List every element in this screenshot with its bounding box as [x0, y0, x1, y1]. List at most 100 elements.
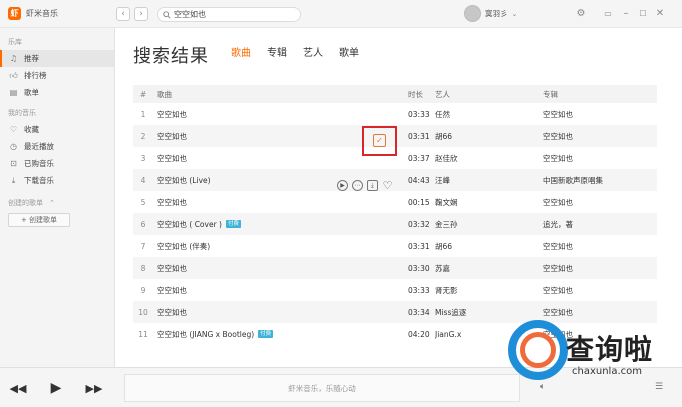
album-link[interactable]: 追光，著 [543, 219, 654, 230]
col-song[interactable]: 歌曲 [153, 89, 408, 100]
row-index: 9 [140, 285, 146, 295]
song-title[interactable]: 空空如也 (伴奏) [157, 241, 210, 252]
artist-link[interactable]: 任然 [435, 109, 543, 120]
search-results-panel: 搜索结果 歌曲 专辑 艺人 歌单 # 歌曲 时长 艺人 专辑 1 空空如也 03:3… [115, 28, 682, 367]
artist-link[interactable]: 苏嘉 [435, 263, 543, 274]
artist-link[interactable]: 赵佳欣 [435, 153, 543, 164]
col-album[interactable]: 专辑 [543, 89, 654, 100]
play-button[interactable]: ▶ [48, 380, 64, 396]
album-link[interactable]: 空空如也 [543, 197, 654, 208]
table-row[interactable]: 5 空空如也 00:15 鞠文娴 空空如也 [133, 191, 657, 213]
sidebar-item-label: 歌单 [24, 88, 39, 97]
back-button[interactable]: ‹ [116, 7, 130, 21]
col-artist[interactable]: 艺人 [435, 89, 543, 100]
song-title[interactable]: 空空如也 [157, 153, 187, 164]
sidebar: 乐库 ♫ 推荐 👍︎ 排行榜 ▤ 歌单 我的音乐 ♡ 收藏 ◷ 最近播放 ⊡ 已… [0, 28, 115, 367]
app-logo[interactable]: 虾 虾米音乐 [8, 7, 58, 20]
col-time[interactable]: 时长 [408, 89, 435, 100]
mini-mode-button[interactable]: ▭ [602, 7, 614, 19]
song-duration: 04:20 [408, 329, 430, 339]
artist-link[interactable]: 鞠文娴 [435, 197, 543, 208]
table-row[interactable]: 7 空空如也 (伴奏) 03:31 胡66 空空如也 [133, 235, 657, 257]
user-name: 寞羽彡 [485, 9, 508, 18]
album-link[interactable]: 空空如也 [543, 285, 654, 296]
forward-button[interactable]: › [134, 7, 148, 21]
table-row[interactable]: 8 空空如也 03:30 苏嘉 空空如也 [133, 257, 657, 279]
maximize-button[interactable]: ☐ [637, 7, 649, 19]
song-cell: 空空如也 [153, 263, 408, 274]
album-link[interactable]: 空空如也 [543, 131, 654, 142]
sidebar-item-purchased[interactable]: ⊡ 已购音乐 [0, 155, 114, 172]
artist-link[interactable]: 肾无影 [435, 285, 543, 296]
song-title[interactable]: 空空如也 (Live) [157, 175, 211, 186]
song-cell: 空空如也 (伴奏) [153, 241, 408, 252]
close-button[interactable]: ✕ [654, 7, 666, 19]
song-title[interactable]: 空空如也 ( Cover ) [157, 219, 222, 230]
avatar[interactable] [464, 5, 481, 22]
settings-button[interactable]: ⚙ [575, 7, 587, 19]
row-index: 8 [140, 263, 146, 273]
sidebar-item-recent[interactable]: ◷ 最近播放 [0, 138, 114, 155]
song-duration: 03:33 [408, 285, 430, 295]
artist-link[interactable]: 汪峰 [435, 175, 543, 186]
maximize-icon: ☐ [639, 8, 647, 18]
table-row[interactable]: 1 空空如也 03:33 任然 空空如也 [133, 103, 657, 125]
sidebar-item-recommend[interactable]: ♫ 推荐 [0, 50, 114, 67]
sidebar-item-label: 排行榜 [24, 71, 47, 80]
music-note-icon: ♫ [9, 54, 18, 63]
search-input[interactable] [174, 10, 294, 19]
artist-link[interactable]: 胡66 [435, 131, 543, 142]
tab-artists[interactable]: 艺人 [303, 44, 323, 61]
sidebar-item-downloads[interactable]: ⤓ 下载音乐 [0, 172, 114, 189]
minimize-button[interactable]: – [620, 7, 632, 19]
album-link[interactable]: 空空如也 [543, 153, 654, 164]
song-title[interactable]: 空空如也 [157, 197, 187, 208]
play-icon[interactable]: ▶ [337, 180, 348, 191]
sidebar-item-label: 下载音乐 [24, 176, 54, 185]
previous-button[interactable]: ◀◀ [10, 380, 27, 396]
xiami-logo-icon: 虾 [8, 7, 21, 20]
heart-icon[interactable]: ♡ [382, 179, 393, 192]
album-link[interactable]: 空空如也 [543, 307, 654, 318]
now-playing-area[interactable]: 虾米音乐，乐随心动 [124, 374, 520, 402]
album-link[interactable]: 中国新歌声原唱集 [543, 175, 654, 186]
sidebar-item-playlists[interactable]: ▤ 歌单 [0, 84, 114, 101]
search-box[interactable] [157, 7, 301, 22]
artist-link[interactable]: Miss追逐 [435, 307, 543, 318]
song-table: # 歌曲 时长 艺人 专辑 1 空空如也 03:33 任然 空空如也 2 空空如也 03:31… [133, 85, 657, 345]
album-link[interactable]: 空空如也 [543, 241, 654, 252]
table-row[interactable]: 6 空空如也 ( Cover ) 付费 03:32 金三孙 追光，著 [133, 213, 657, 235]
tab-albums[interactable]: 专辑 [267, 44, 287, 61]
minimize-icon: – [623, 7, 629, 19]
artist-link[interactable]: 胡66 [435, 241, 543, 252]
more-icon[interactable]: ⋯ [352, 180, 363, 191]
album-link[interactable]: 空空如也 [543, 109, 654, 120]
sidebar-item-label: 收藏 [24, 125, 39, 134]
song-title[interactable]: 空空如也 [157, 109, 187, 120]
song-title[interactable]: 空空如也 [157, 263, 187, 274]
add-to-favorites-icon[interactable]: ✓ [373, 134, 386, 147]
song-duration: 03:32 [408, 219, 430, 229]
tab-songs[interactable]: 歌曲 [231, 44, 251, 61]
song-title[interactable]: 空空如也 [157, 307, 187, 318]
album-link[interactable]: 空空如也 [543, 263, 654, 274]
row-index: 2 [140, 131, 146, 141]
sidebar-section-created-playlists[interactable]: 创建的歌单 ⌃ [0, 195, 114, 211]
song-duration: 03:30 [408, 263, 430, 273]
table-row[interactable]: 4 空空如也 (Live) 04:43 汪峰 中国新歌声原唱集 [133, 169, 657, 191]
sidebar-item-charts[interactable]: 👍︎ 排行榜 [0, 67, 114, 84]
tab-playlists[interactable]: 歌单 [339, 44, 359, 61]
download-icon[interactable]: ⤓ [367, 180, 378, 191]
user-menu[interactable]: 寞羽彡 ⌄ [464, 5, 517, 22]
table-row[interactable]: 9 空空如也 03:33 肾无影 空空如也 [133, 279, 657, 301]
song-title[interactable]: 空空如也 [157, 131, 187, 142]
paid-badge: 付费 [258, 330, 274, 338]
highlight-annotation: ✓ [362, 126, 397, 156]
song-duration: 03:33 [408, 109, 430, 119]
song-title[interactable]: 空空如也 [157, 285, 187, 296]
artist-link[interactable]: 金三孙 [435, 219, 543, 230]
sidebar-item-favorites[interactable]: ♡ 收藏 [0, 121, 114, 138]
next-button[interactable]: ▶▶ [86, 380, 103, 396]
create-playlist-button[interactable]: + 创建歌单 [8, 213, 70, 227]
song-title[interactable]: 空空如也 (JIANG x Bootleg) [157, 329, 254, 340]
